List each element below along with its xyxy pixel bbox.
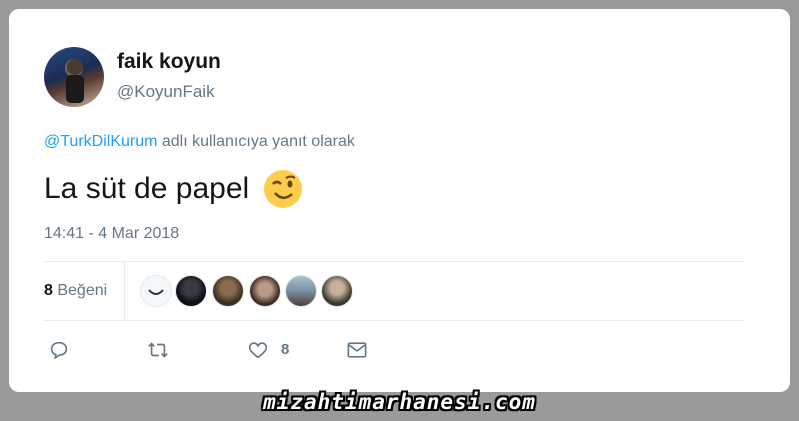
envelope-icon[interactable] [346,340,368,360]
divider-top [44,261,744,262]
liker-avatar-3[interactable] [212,275,244,307]
tweet-card: faik koyun @KoyunFaik @TurkDilKurum adlı… [9,9,790,392]
liker-avatar-2[interactable] [175,275,207,307]
author-display-name[interactable]: faik koyun [117,50,221,74]
likes-count: 8 [44,282,53,299]
liker-avatar-4[interactable] [249,275,281,307]
smile-face-icon [148,289,164,295]
tweet-timestamp[interactable]: 14:41 - 4 Mar 2018 [44,225,179,243]
stats-separator [124,262,125,320]
author-handle[interactable]: @KoyunFaik [117,82,215,102]
likes-label: Beğeni [52,282,108,299]
retweet-icon[interactable] [146,339,170,361]
winking-face-emoji-icon [264,170,303,208]
person-silhouette-icon [66,59,84,103]
tweet-body: La süt de papel [44,169,303,209]
heart-icon[interactable] [247,339,269,361]
site-watermark: mizahtimarhanesi.com [263,390,536,414]
likes-stat[interactable]: 8 Beğeni [44,282,107,300]
liker-avatar-1[interactable] [140,275,172,307]
reply-context-text: adlı kullanıcıya yanıt olarak [157,133,355,150]
like-action-count[interactable]: 8 [281,341,289,358]
divider-bottom [44,320,744,321]
reply-icon[interactable] [48,339,70,361]
liker-avatar-5[interactable] [285,275,317,307]
reply-context: @TurkDilKurum adlı kullanıcıya yanıt ola… [44,133,355,151]
reply-mention-link[interactable]: @TurkDilKurum [44,133,157,150]
author-avatar[interactable] [44,47,104,107]
tweet-text: La süt de papel [44,172,250,205]
liker-avatar-6[interactable] [321,275,353,307]
